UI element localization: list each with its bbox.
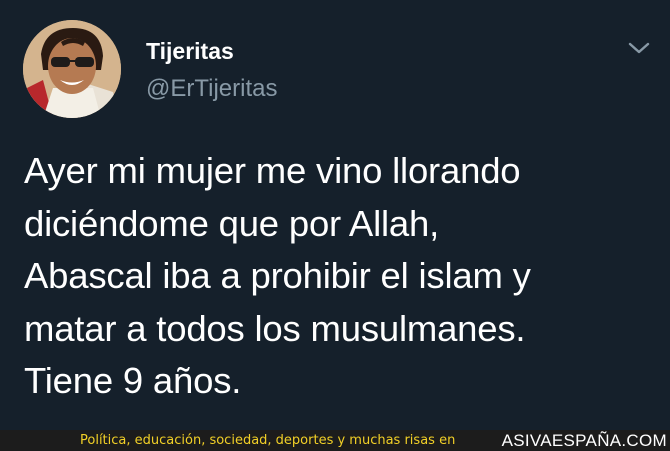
tweet-menu-button[interactable] [624, 36, 654, 60]
tweet-text-line: Ayer mi mujer me vino llorando [24, 150, 521, 191]
tweet-text-line: diciéndome que por Allah, [24, 202, 440, 244]
tweet-text-line: Abascal iba a prohibir el islam y [24, 255, 531, 296]
tweet-text-line: matar a todos los musulmanes. [24, 307, 526, 349]
chevron-down-icon [628, 42, 650, 54]
watermark-footer: Política, educación, sociedad, deportes … [0, 430, 670, 451]
user-handle[interactable]: @ErTijeritas [146, 75, 277, 103]
tweet-card: Tijeritas @ErTijeritas Ayer mi mujer me … [0, 0, 670, 430]
display-name[interactable]: Tijeritas [146, 37, 234, 65]
tweet-text: Ayer mi mujer me vino llorando diciéndom… [24, 145, 654, 408]
avatar-image [23, 20, 121, 118]
tweet-text-line: Tiene 9 años. [24, 360, 242, 401]
footer-slogan: Política, educación, sociedad, deportes … [80, 433, 456, 448]
footer-brand[interactable]: ASIVAESPAÑA.COM [502, 430, 667, 451]
avatar[interactable] [23, 20, 121, 118]
